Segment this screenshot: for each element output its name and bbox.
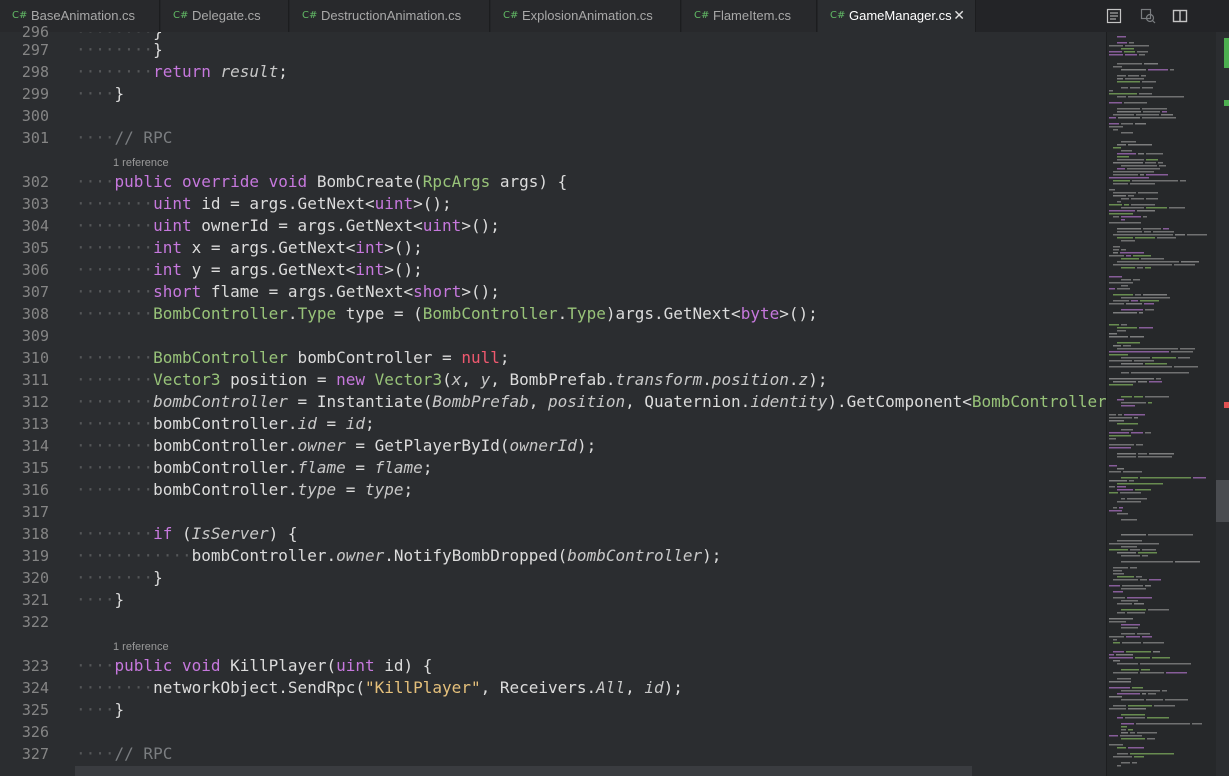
tab-gamemanager[interactable]: C# GameManager.cs ✕: [818, 0, 976, 32]
code-line: ········if (IsServer) {: [76, 524, 298, 543]
code-line: ········networkObject.SendRpc("KillPlaye…: [76, 678, 683, 697]
code-line: ········bombController.owner = GetPlayer…: [76, 436, 597, 455]
code-line: ········Vector3 position = new Vector3(x…: [76, 370, 828, 389]
code-line: ····}: [76, 700, 125, 719]
scrollbar-change-marker: [1224, 38, 1229, 68]
horizontal-scrollbar-thumb[interactable]: [75, 766, 972, 776]
minimap[interactable]: [1107, 32, 1216, 776]
code-line: ········}: [76, 568, 163, 587]
tab-delegate[interactable]: C# Delegate.cs: [161, 0, 289, 32]
tab-label: DestructionAnimation.cs: [321, 8, 462, 23]
code-line: ····public void KillPlayer(uint id) {: [76, 656, 433, 675]
code-line: ········bombController = Instantiate(Bom…: [76, 392, 1108, 411]
code-line: ········BombController bombController = …: [76, 348, 510, 367]
code-line: ····}: [76, 84, 125, 103]
scrollbar-thumb[interactable]: [1216, 480, 1229, 522]
code-line: ········int x = args.GetNext<int>();: [76, 238, 423, 257]
scrollbar-error-marker: [1224, 402, 1229, 408]
csharp-file-icon: C#: [173, 10, 189, 21]
code-line: ········uint id = args.GetNext<uint>();: [76, 194, 452, 213]
scrollbar-change-marker: [1224, 100, 1229, 106]
csharp-file-icon: C#: [830, 10, 846, 21]
code-editor[interactable]: ········} ········} ········return resul…: [0, 32, 1108, 767]
close-icon[interactable]: ✕: [953, 0, 965, 32]
tab-explosionanimation[interactable]: C# ExplosionAnimation.cs: [491, 0, 681, 32]
code-line: ········return result;: [76, 62, 288, 81]
code-line: ············bombController.owner.NotifyB…: [76, 546, 722, 565]
csharp-file-icon: C#: [302, 10, 318, 21]
tab-label: ExplosionAnimation.cs: [522, 8, 653, 23]
codelens-references[interactable]: 1 reference: [113, 156, 169, 170]
split-preview-icon[interactable]: [1105, 7, 1123, 25]
tab-flameitem[interactable]: C# FlameItem.cs: [682, 0, 817, 32]
code-line: ····public override void BombCreate(RpcA…: [76, 172, 568, 191]
code-line: ····}: [76, 590, 125, 609]
tab-destructionanimation[interactable]: C# DestructionAnimation.cs: [290, 0, 490, 32]
tab-label: Delegate.cs: [192, 8, 261, 23]
code-line: ········int y = args.GetNext<int>();: [76, 260, 423, 279]
tab-bar: C# BaseAnimation.cs C# Delegate.cs C# De…: [0, 0, 1229, 32]
code-line: ········bombController.id = id;: [76, 414, 375, 433]
split-editor-icon[interactable]: [1171, 7, 1189, 25]
minimap-preview: [1109, 36, 1207, 767]
code-line: ····// RPC: [76, 744, 173, 763]
code-line: ········}: [76, 40, 163, 59]
csharp-file-icon: C#: [503, 10, 519, 21]
tab-label: FlameItem.cs: [713, 8, 792, 23]
open-changes-icon[interactable]: [1139, 7, 1157, 25]
tab-label: GameManager.cs: [849, 8, 952, 23]
code-line: ········short flame = args.GetNext<short…: [76, 282, 500, 301]
code-line: ········BombController.Type type = (Bomb…: [76, 304, 818, 323]
codelens-references[interactable]: 1 reference: [113, 640, 169, 654]
code-line: ········uint ownerId = args.GetNext<uint…: [76, 216, 500, 235]
code-line: ········bombController.flame = flame;: [76, 458, 433, 477]
csharp-file-icon: C#: [694, 10, 710, 21]
code-line: ········bombController.type = type;: [76, 480, 414, 499]
code-line: ····// RPC: [76, 128, 173, 147]
